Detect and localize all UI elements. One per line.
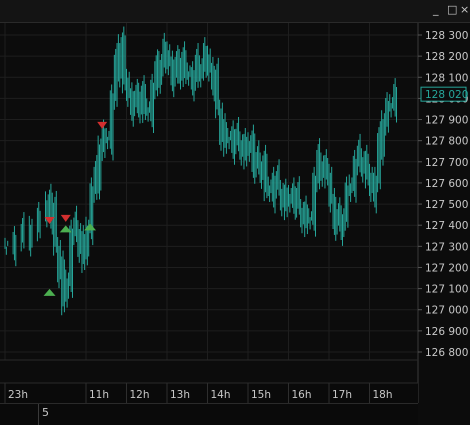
x-tick-label: 12h [130, 389, 150, 401]
y-tick-label: 127 800 [425, 136, 468, 148]
y-tick-label: 127 400 [425, 220, 468, 232]
sell-marker [60, 214, 71, 222]
minimize-icon[interactable]: _ [433, 4, 439, 16]
window-title-bar: _ □ × [0, 0, 470, 23]
last-price-label: 128 020 [425, 89, 468, 101]
x-tick-label: 18h [373, 389, 393, 401]
date-label: 5 [42, 406, 49, 419]
y-tick-label: 127 000 [425, 305, 468, 317]
x-tick-label: 13h [170, 389, 190, 401]
y-tick-label: 128 100 [425, 72, 468, 84]
maximize-icon[interactable]: □ [447, 4, 457, 16]
sell-marker [44, 216, 55, 224]
close-icon[interactable]: × [460, 4, 469, 16]
y-tick-label: 128 300 [425, 30, 468, 42]
y-tick-label: 127 200 [425, 262, 468, 274]
last-price-indicator: 128 020 [420, 86, 468, 102]
x-tick-label: 15h [251, 389, 271, 401]
y-tick-label: 127 100 [425, 284, 468, 296]
y-tick-label: 126 800 [425, 347, 468, 359]
buy-marker [43, 288, 56, 296]
y-tick-label: 127 600 [425, 178, 468, 190]
price-chart[interactable]: 126 800 126 900 127 000 127 100 127 200 127 3… [0, 0, 470, 424]
price-bars [4, 26, 397, 316]
x-tick-label: 16h [292, 389, 312, 401]
y-tick-label: 127 500 [425, 199, 468, 211]
y-tick-label: 127 300 [425, 241, 468, 253]
x-tick-label: 23h [8, 389, 28, 401]
x-tick-label: 17h [332, 389, 352, 401]
date-separator [38, 404, 39, 425]
sell-marker [97, 121, 108, 129]
x-tick-label: 11h [89, 389, 109, 401]
date-row: 5 [0, 403, 418, 425]
x-tick-label: 14h [211, 389, 231, 401]
y-tick-label: 127 900 [425, 115, 468, 127]
y-tick-label: 127 700 [425, 157, 468, 169]
y-tick-label: 128 200 [425, 51, 468, 63]
x-axis-strip [0, 383, 418, 403]
y-axis-ticks: 126 800 126 900 127 000 127 100 127 200 127 3… [418, 30, 468, 359]
y-tick-label: 126 900 [425, 326, 468, 338]
